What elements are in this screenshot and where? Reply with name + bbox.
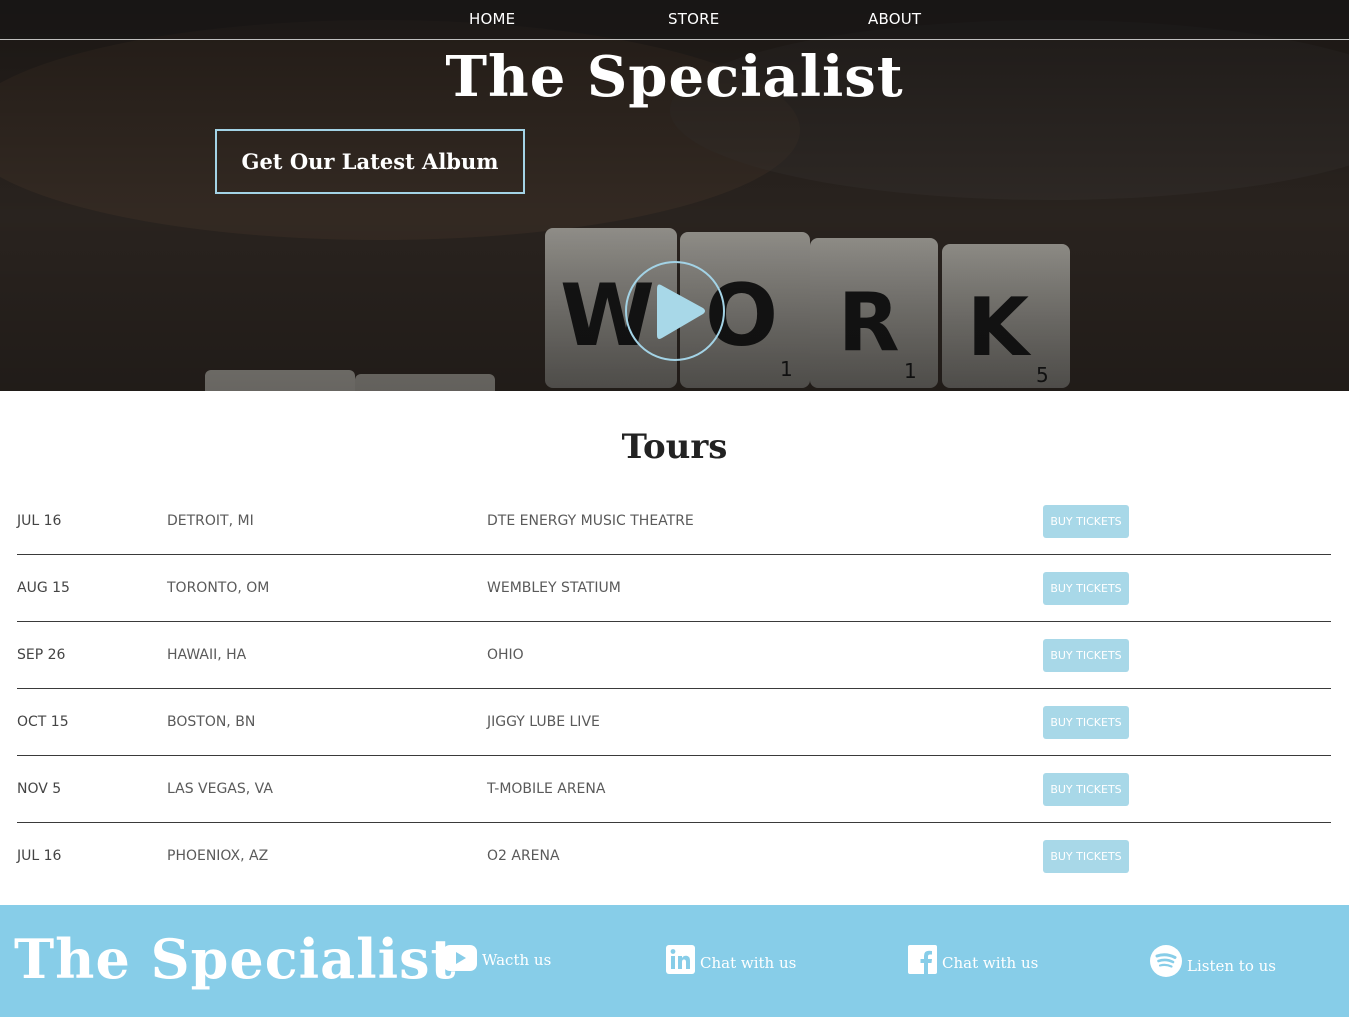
tour-city: LAS VEGAS, VA — [167, 781, 273, 797]
tour-row: JUL 16 PHOENIOX, AZ O2 ARENA BUY TICKETS — [17, 823, 1331, 890]
tours-heading: Tours — [621, 427, 728, 467]
top-nav: HOME STORE ABOUT — [0, 0, 1349, 40]
tour-row: JUL 16 DETROIT, MI DTE ENERGY MUSIC THEA… — [17, 488, 1331, 555]
tour-row: NOV 5 LAS VEGAS, VA T-MOBILE ARENA BUY T… — [17, 756, 1331, 823]
tour-venue: OHIO — [487, 647, 524, 663]
buy-tickets-button[interactable]: BUY TICKETS — [1043, 572, 1129, 605]
facebook-link-label: Chat with us — [942, 954, 1039, 972]
buy-tickets-button[interactable]: BUY TICKETS — [1043, 706, 1129, 739]
nav-home-link[interactable]: HOME — [469, 10, 515, 28]
tour-date: AUG 15 — [17, 580, 70, 596]
tour-row: SEP 26 HAWAII, HA OHIO BUY TICKETS — [17, 622, 1331, 689]
tour-city: DETROIT, MI — [167, 513, 254, 529]
tour-date: JUL 16 — [17, 513, 62, 529]
tour-row: AUG 15 TORONTO, OM WEMBLEY STATIUM BUY T… — [17, 555, 1331, 622]
get-latest-album-button[interactable]: Get Our Latest Album — [215, 129, 525, 194]
tour-city: PHOENIOX, AZ — [167, 848, 269, 864]
tour-date: JUL 16 — [17, 848, 62, 864]
spotify-link[interactable]: Listen to us — [1150, 945, 1276, 977]
tour-list: JUL 16 DETROIT, MI DTE ENERGY MUSIC THEA… — [17, 488, 1331, 890]
tour-city: TORONTO, OM — [167, 580, 270, 596]
tour-date: SEP 26 — [17, 647, 66, 663]
play-button[interactable] — [625, 261, 725, 361]
tour-date: OCT 15 — [17, 714, 69, 730]
tour-venue: T-MOBILE ARENA — [487, 781, 606, 797]
hero-title: The Specialist — [445, 44, 904, 110]
tour-city: HAWAII, HA — [167, 647, 247, 663]
buy-tickets-button[interactable]: BUY TICKETS — [1043, 505, 1129, 538]
youtube-link-label: Wacth us — [482, 951, 552, 969]
tour-venue: WEMBLEY STATIUM — [487, 580, 621, 596]
buy-tickets-button[interactable]: BUY TICKETS — [1043, 773, 1129, 806]
facebook-icon — [908, 945, 937, 974]
tour-date: NOV 5 — [17, 781, 62, 797]
nav-about-link[interactable]: ABOUT — [868, 10, 921, 28]
buy-tickets-button[interactable]: BUY TICKETS — [1043, 840, 1129, 873]
tour-city: BOSTON, BN — [167, 714, 256, 730]
tour-row: OCT 15 BOSTON, BN JIGGY LUBE LIVE BUY TI… — [17, 689, 1331, 756]
facebook-link[interactable]: Chat with us — [908, 945, 1038, 974]
nav-store-link[interactable]: STORE — [668, 10, 719, 28]
youtube-link[interactable]: Wacth us — [443, 945, 551, 971]
tour-venue: DTE ENERGY MUSIC THEATRE — [487, 513, 694, 529]
tour-venue: O2 ARENA — [487, 848, 560, 864]
buy-tickets-button[interactable]: BUY TICKETS — [1043, 639, 1129, 672]
linkedin-icon — [666, 945, 695, 974]
play-icon — [657, 284, 705, 339]
hero-section: W O R K 1 1 5 HOME STORE ABOUT The Speci… — [0, 0, 1349, 391]
spotify-link-label: Listen to us — [1187, 957, 1276, 975]
spotify-icon — [1150, 945, 1182, 977]
footer: The Specialist Wacth us Chat with us Cha… — [0, 905, 1349, 1017]
tour-venue: JIGGY LUBE LIVE — [487, 714, 600, 730]
footer-title: The Specialist — [14, 927, 457, 991]
linkedin-link-label: Chat with us — [700, 954, 797, 972]
linkedin-link[interactable]: Chat with us — [666, 945, 796, 974]
youtube-icon — [443, 945, 477, 971]
